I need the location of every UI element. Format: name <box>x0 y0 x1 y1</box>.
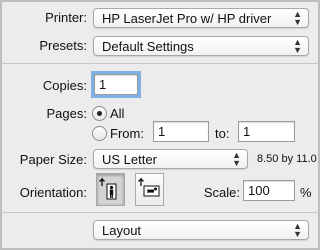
pages-all-radio[interactable] <box>92 106 107 121</box>
paper-size-label: Paper Size: <box>19 152 87 167</box>
pages-from-value: 1 <box>158 124 166 139</box>
presets-value: Default Settings <box>102 39 194 54</box>
section-popup[interactable]: Layout ▲ ▼ <box>93 220 309 240</box>
updown-chevron-icon: ▲ ▼ <box>232 150 241 168</box>
portrait-orientation-icon <box>99 177 117 200</box>
pages-label: Pages: <box>46 106 87 121</box>
pages-to-value: 1 <box>243 124 251 139</box>
updown-chevron-icon: ▲ ▼ <box>293 9 302 27</box>
printer-value: HP LaserJet Pro w/ HP driver <box>102 11 272 26</box>
paper-dimensions: 8.50 by 11.0 <box>257 153 317 165</box>
paper-size-popup[interactable]: US Letter ▲ ▼ <box>93 149 248 169</box>
scale-value: 100 <box>248 183 270 198</box>
copies-field[interactable]: 1 <box>91 71 141 98</box>
landscape-orientation-icon <box>138 177 160 197</box>
presets-popup[interactable]: Default Settings ▲ ▼ <box>93 36 309 56</box>
scale-unit: % <box>300 185 312 200</box>
pages-all-label: All <box>110 106 125 121</box>
pages-from-field[interactable]: 1 <box>153 121 209 142</box>
paper-size-value: US Letter <box>102 152 157 167</box>
updown-chevron-icon: ▲ ▼ <box>293 37 302 55</box>
pages-range-radio[interactable] <box>92 126 107 141</box>
presets-label: Presets: <box>39 38 87 53</box>
copies-value: 1 <box>99 77 107 92</box>
landscape-orientation-button[interactable] <box>135 173 164 206</box>
separator <box>0 212 320 213</box>
scale-field[interactable]: 100 <box>243 180 295 201</box>
copies-label: Copies: <box>42 78 87 93</box>
orientation-label: Orientation: <box>19 185 87 200</box>
printer-label: Printer: <box>45 10 87 25</box>
pages-to-field[interactable]: 1 <box>238 121 295 142</box>
separator <box>0 63 320 64</box>
pages-from-label: From: <box>110 126 144 141</box>
portrait-orientation-button[interactable] <box>96 173 125 206</box>
updown-chevron-icon: ▲ ▼ <box>293 221 302 239</box>
printer-popup[interactable]: HP LaserJet Pro w/ HP driver ▲ ▼ <box>93 8 309 28</box>
scale-label: Scale: <box>203 185 240 200</box>
pages-to-label: to: <box>215 126 230 141</box>
section-value: Layout <box>102 223 142 238</box>
